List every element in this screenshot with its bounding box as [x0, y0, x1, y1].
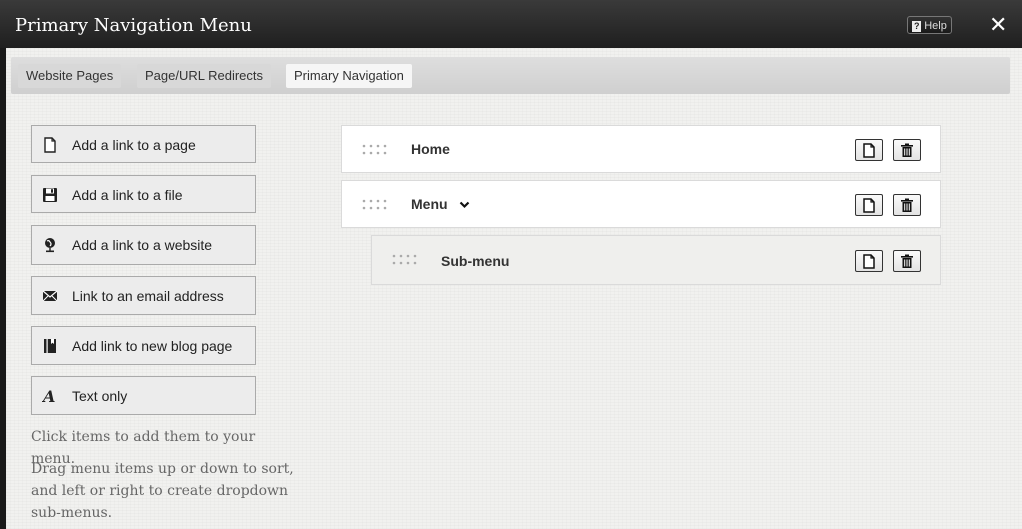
add-link-to-website-button[interactable]: Add a link to a website [31, 225, 256, 265]
add-link-to-blog-page-label: Add link to new blog page [72, 338, 233, 354]
edit-page-button[interactable] [855, 194, 883, 216]
drag-hint: Drag menu items up or down to sort, and … [31, 461, 294, 521]
close-button[interactable]: ✕ [989, 14, 1007, 36]
tab-bar: Website Pages Page/URL Redirects Primary… [11, 57, 1010, 94]
trash-icon [901, 254, 913, 268]
delete-button[interactable] [893, 139, 921, 161]
page-icon [863, 254, 875, 269]
page-icon [863, 198, 875, 213]
drag-handle-icon[interactable] [362, 144, 388, 156]
globe-icon [45, 238, 55, 253]
add-link-to-file-label: Add a link to a file [72, 187, 183, 203]
chevron-down-icon[interactable] [459, 201, 470, 209]
tab-website-pages[interactable]: Website Pages [18, 64, 122, 88]
add-link-to-page-button[interactable]: Add a link to a page [31, 125, 256, 163]
window-title: Primary Navigation Menu [15, 15, 252, 36]
floppy-disk-icon [43, 188, 57, 202]
help-label: Help [924, 20, 947, 32]
drag-handle-icon[interactable] [392, 254, 418, 266]
tab-primary-navigation[interactable]: Primary Navigation [286, 64, 412, 88]
link-to-email-label: Link to an email address [72, 288, 224, 304]
text-icon: A [42, 388, 55, 404]
help-button[interactable]: ? Help [907, 16, 952, 34]
drag-handle-icon[interactable] [362, 199, 388, 211]
text-only-button[interactable]: A Text only [31, 376, 256, 415]
dialog-content: Website Pages Page/URL Redirects Primary… [6, 48, 1022, 529]
add-link-to-website-label: Add a link to a website [72, 237, 213, 253]
svg-text:A: A [42, 388, 55, 404]
text-only-label: Text only [72, 388, 128, 404]
menu-item-label: Menu [411, 196, 448, 212]
menu-item-menu[interactable]: Menu [341, 180, 941, 228]
help-icon: ? [912, 21, 922, 32]
window-titlebar: Primary Navigation Menu ? Help ✕ [0, 0, 1022, 48]
menu-item-label: Home [411, 141, 450, 157]
tab-page-url-redirects[interactable]: Page/URL Redirects [137, 64, 272, 88]
edit-page-button[interactable] [855, 250, 883, 272]
trash-icon [901, 198, 913, 212]
menu-item-home[interactable]: Home [341, 125, 941, 173]
delete-button[interactable] [893, 194, 921, 216]
add-link-to-page-label: Add a link to a page [72, 137, 196, 153]
edit-page-button[interactable] [855, 139, 883, 161]
envelope-icon [42, 290, 58, 302]
add-link-to-blog-page-button[interactable]: Add link to new blog page [31, 326, 256, 365]
menu-item-label: Sub-menu [441, 253, 510, 269]
link-to-email-button[interactable]: Link to an email address [31, 276, 256, 315]
book-icon [44, 339, 56, 353]
page-icon [44, 137, 56, 153]
page-icon [863, 143, 875, 158]
menu-item-sub-menu[interactable]: Sub-menu [371, 235, 941, 285]
trash-icon [901, 143, 913, 157]
add-link-to-file-button[interactable]: Add a link to a file [31, 175, 256, 213]
delete-button[interactable] [893, 250, 921, 272]
